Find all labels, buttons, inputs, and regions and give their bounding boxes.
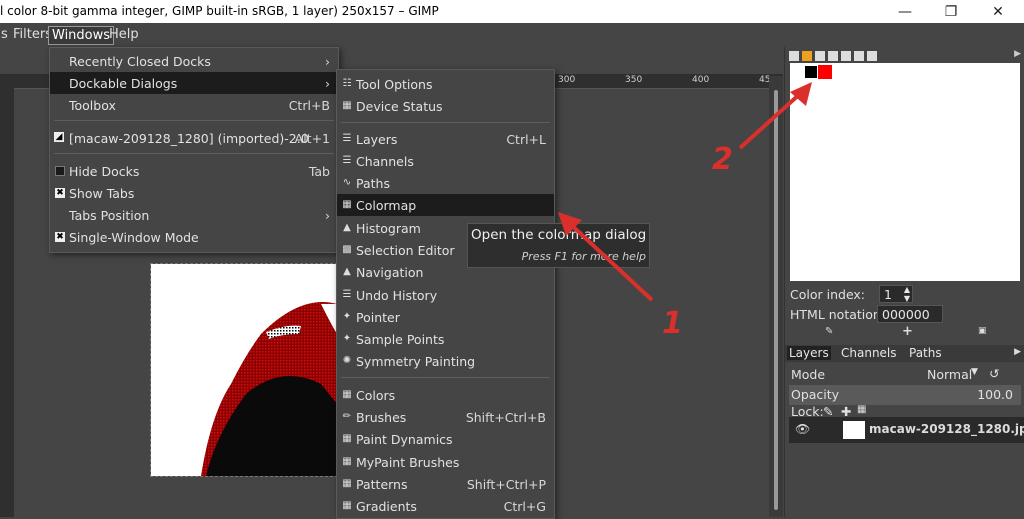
annotation-overlay: [558, 82, 812, 302]
annotation-arrow-1: [566, 220, 654, 302]
annotation-label-1: 1: [662, 306, 683, 341]
annotation-label-2: 2: [712, 142, 733, 177]
annotation-arrow-2: [738, 90, 804, 150]
